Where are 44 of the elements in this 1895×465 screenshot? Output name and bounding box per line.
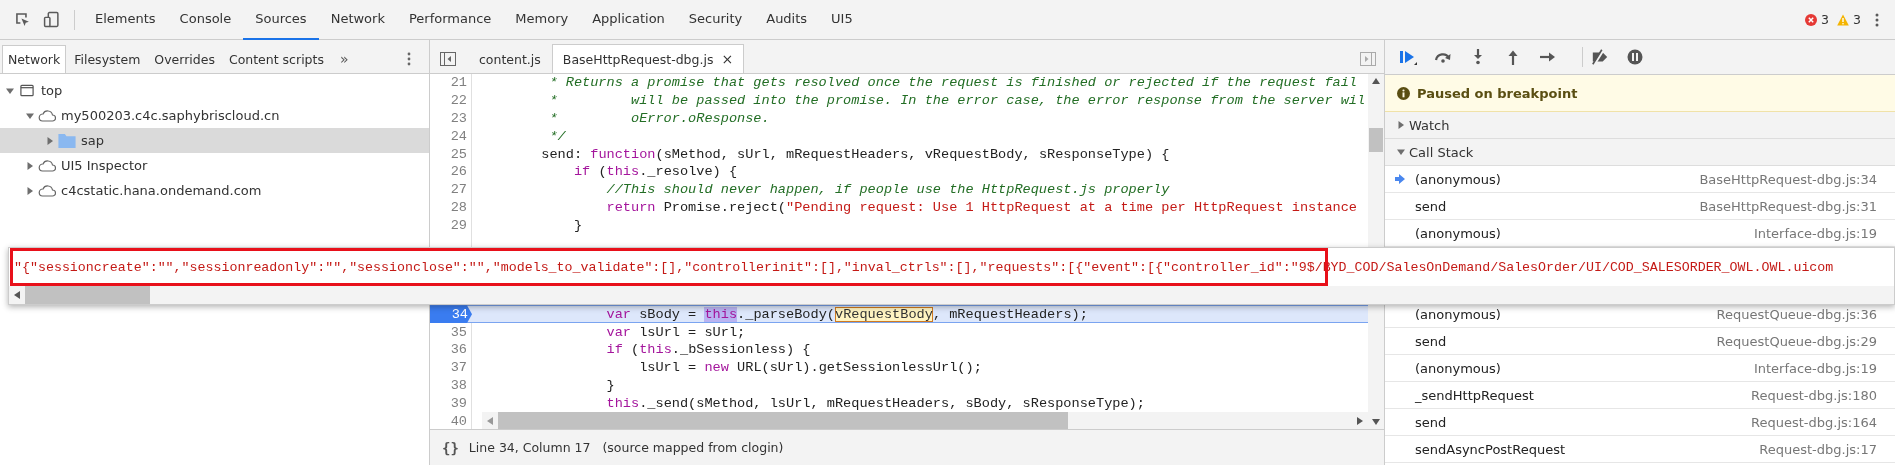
tree-label: my500203.c4c.saphybriscloud.cn	[61, 108, 280, 123]
source-location: Interface-dbg.js:19	[1753, 225, 1877, 241]
error-count: 3	[1821, 12, 1830, 27]
code-line: this._send(sMethod, lsUrl, mRequestHeaders, sBody, sResponseType);	[605, 395, 1145, 411]
function-name: (anonymous)	[1415, 225, 1501, 241]
tree-label: top	[41, 83, 63, 98]
code-line: * Returns a promise that gets resolved once the request is finished or rejected if the request fail	[548, 75, 1358, 91]
function-name: (anonymous)	[1415, 360, 1501, 376]
source-location: RequestQueue-dbg.js:29	[1716, 333, 1877, 349]
function-name: send	[1415, 414, 1447, 430]
code-line: }	[572, 217, 583, 233]
tree-label: UI5 Inspector	[61, 158, 148, 173]
function-name: send	[1415, 333, 1447, 349]
function-name: (anonymous)	[1415, 306, 1501, 322]
tree-label: c4cstatic.hana.ondemand.com	[61, 183, 262, 198]
code-line: * will be passed into the promise. In the error case, the error response from the server wil	[548, 93, 1366, 109]
warning-count: 3	[1853, 12, 1861, 27]
cursor-position: Line 34, Column 17	[468, 440, 591, 455]
code-line: * oError.oResponse.	[548, 111, 770, 126]
function-name: send	[1415, 198, 1447, 214]
function-name: _sendHttpRequest	[1415, 387, 1534, 403]
source-location: BaseHttpRequest-dbg.js:34	[1699, 171, 1877, 187]
paused-message: Paused on breakpoint	[1417, 85, 1578, 101]
code-line: if (this._resolve) {	[572, 164, 738, 180]
code-line: }	[605, 377, 615, 393]
function-name: (anonymous)	[1415, 171, 1501, 187]
section-title: Call Stack	[1409, 144, 1474, 160]
code-line: var lsUrl = sUrl;	[605, 324, 746, 340]
source-location: BaseHttpRequest-dbg.js:31	[1699, 198, 1877, 214]
section-title: Watch	[1409, 117, 1450, 133]
code-line: //This should never happen, if people use the HttpRequest.js properly	[605, 182, 1170, 198]
code-line: lsUrl = new URL(sUrl).getSessionlessUrl();	[638, 360, 982, 376]
code-line: if (this._bSessionless) {	[605, 342, 811, 358]
source-location: Request-dbg.js:164	[1751, 414, 1877, 430]
source-location: Request-dbg.js:17	[1759, 441, 1877, 457]
source-location: RequestQueue-dbg.js:36	[1716, 306, 1877, 322]
source-location: Interface-dbg.js:19	[1753, 360, 1877, 376]
code-line: */	[548, 128, 566, 144]
code-line: return Promise.reject("Pending request: Use 1 HttpRequest at a time per HttpRequest instance	[605, 199, 1358, 215]
source-map-note: (source mapped from clogin)	[602, 440, 784, 455]
tree-label: sap	[81, 133, 104, 148]
code-line: send: function(sMethod, sUrl, mRequestHeaders, vRequestBody, sResponseType) {	[540, 146, 1170, 162]
source-location: Request-dbg.js:180	[1751, 387, 1877, 403]
function-name: sendAsyncPostRequest	[1415, 441, 1565, 457]
